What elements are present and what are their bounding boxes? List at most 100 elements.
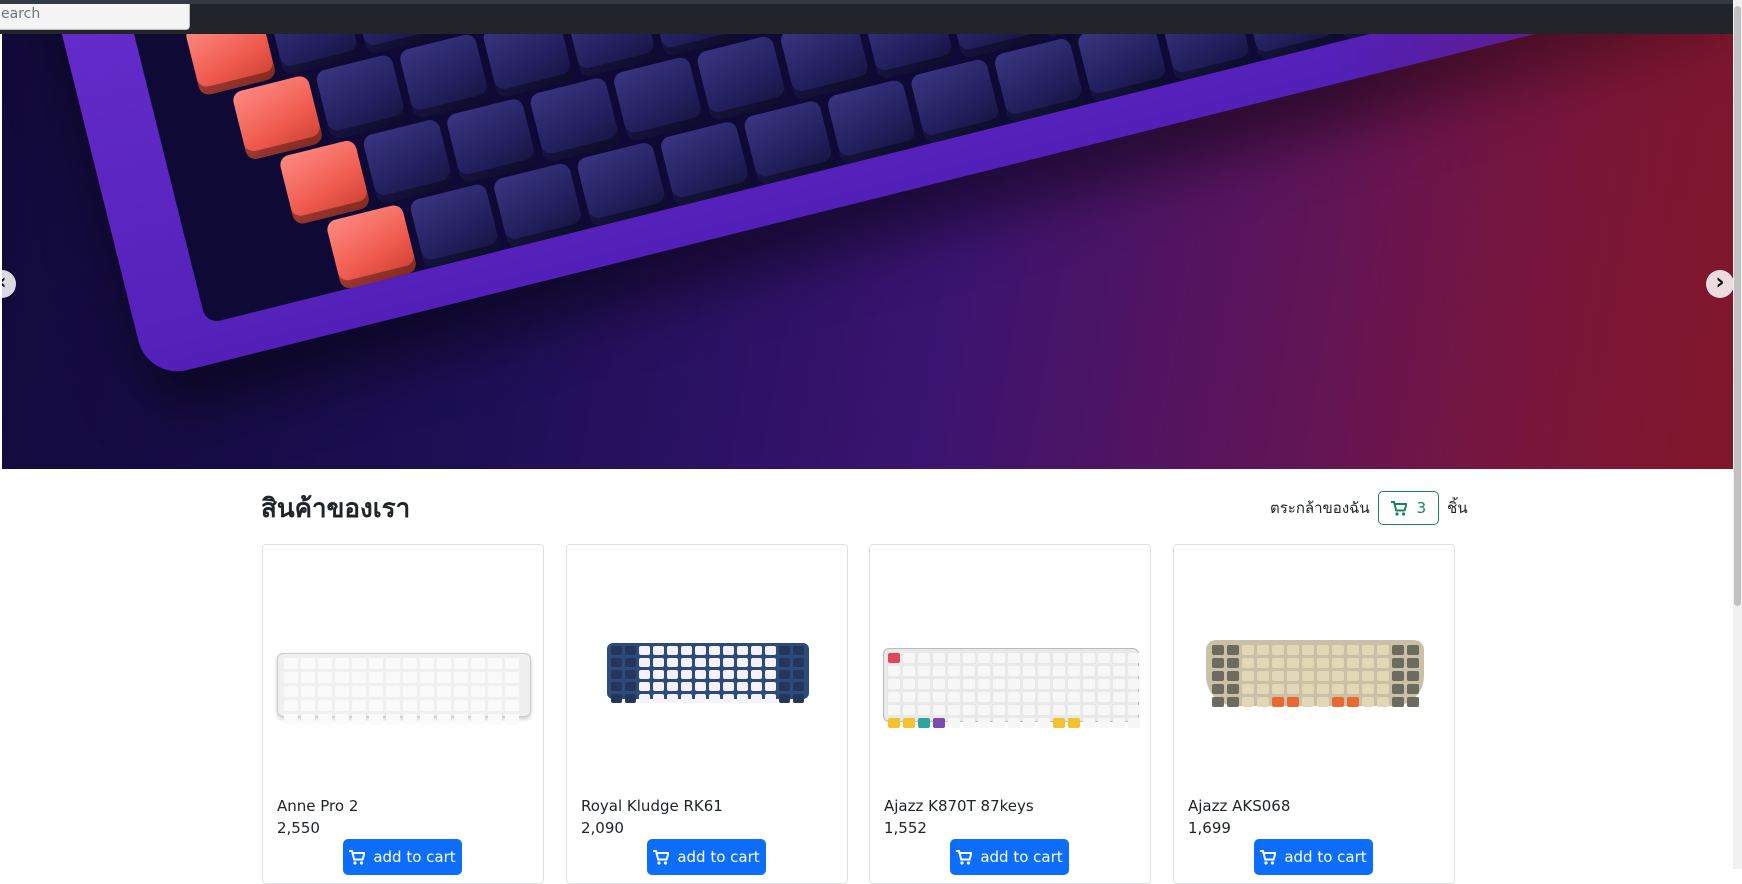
thumbnail-keycap [437, 672, 451, 683]
thumbnail-keycap [1212, 684, 1224, 694]
thumbnail-keycap [681, 682, 692, 691]
thumbnail-keycap [695, 670, 706, 679]
add-to-cart-button[interactable]: add to cart [647, 839, 766, 875]
thumbnail-keycap [1053, 666, 1065, 676]
thumbnail-keycap [611, 658, 622, 667]
thumbnail-keycap [284, 672, 298, 683]
thumbnail-keycap [888, 718, 900, 728]
carousel-next-button[interactable]: › [1706, 270, 1733, 298]
top-navbar: earch [0, 0, 1742, 34]
thumbnail-keycap [284, 686, 298, 697]
thumbnail-keycap [793, 670, 804, 679]
thumbnail-keycap [723, 694, 734, 703]
thumbnail-keycap [1008, 666, 1020, 676]
thumbnail-keycap [403, 672, 417, 683]
thumbnail-keycap [471, 672, 485, 683]
thumbnail-keycap [1377, 684, 1389, 694]
thumbnail-keycap [1128, 705, 1140, 715]
thumbnail-keycap [695, 646, 706, 655]
thumbnail-keycap [1227, 645, 1239, 655]
thumbnail-keycap [918, 692, 930, 702]
thumbnail-keycap [1038, 679, 1050, 689]
product-image [880, 585, 1142, 785]
thumbnail-keycap [948, 679, 960, 689]
thumbnail-keycap [318, 714, 332, 725]
thumbnail-keycap [993, 705, 1005, 715]
hero-keycap [909, 58, 1002, 145]
thumbnail-keycap [751, 682, 762, 691]
thumbnail-keycap [888, 705, 900, 715]
hero-keycap [612, 56, 705, 143]
thumbnail-keycap [1113, 718, 1125, 728]
thumbnail-keycap [625, 670, 636, 679]
thumbnail-keycap [1332, 658, 1344, 668]
thumbnail-keycap [437, 714, 451, 725]
thumbnail-keycap [1083, 692, 1095, 702]
thumbnail-keycap [488, 700, 502, 711]
thumbnail-keycap [653, 682, 664, 691]
add-to-cart-button[interactable]: add to cart [343, 839, 462, 875]
thumbnail-keycap [335, 658, 349, 669]
thumbnail-keycap [978, 653, 990, 663]
thumbnail-keycap [667, 670, 678, 679]
thumbnail-keycap [948, 718, 960, 728]
thumbnail-keycap [335, 686, 349, 697]
thumbnail-keycap [978, 692, 990, 702]
thumbnail-keycap [888, 666, 900, 676]
thumbnail-keycap [352, 672, 366, 683]
thumbnail-keycap [437, 700, 451, 711]
thumbnail-keycap [1407, 658, 1419, 668]
thumbnail-keycap [1377, 658, 1389, 668]
thumbnail-keycap [1068, 718, 1080, 728]
thumbnail-keycap [488, 658, 502, 669]
thumbnail-keycap [1407, 684, 1419, 694]
add-to-cart-button[interactable]: add to cart [950, 839, 1069, 875]
hero-keycap [1243, 34, 1336, 61]
thumbnail-keycap [1227, 697, 1239, 707]
thumbnail-keycap [318, 672, 332, 683]
thumbnail-keycap [978, 679, 990, 689]
thumbnail-keycap [505, 672, 519, 683]
thumbnail-keycap [488, 672, 502, 683]
thumbnail-keycap [737, 658, 748, 667]
cart-button[interactable]: 3 [1378, 491, 1440, 525]
thumbnail-keycap [765, 682, 776, 691]
page-scrollbar[interactable] [1733, 0, 1742, 869]
thumbnail-keycap [918, 705, 930, 715]
thumbnail-keycap [352, 686, 366, 697]
thumbnail-keycap [1098, 679, 1110, 689]
thumbnail-keycap [1302, 658, 1314, 668]
hero-keycap [695, 35, 788, 122]
thumbnail-keycap [765, 646, 776, 655]
thumbnail-keycap [1362, 658, 1374, 668]
scrollbar-thumb[interactable] [1734, 6, 1741, 606]
thumbnail-keycap [723, 658, 734, 667]
thumbnail-keycap [1227, 671, 1239, 681]
add-to-cart-button[interactable]: add to cart [1254, 839, 1373, 875]
thumbnail-keycap [933, 692, 945, 702]
thumbnail-keycap [723, 682, 734, 691]
thumbnail-keycap [1128, 653, 1140, 663]
thumbnail-keycap [369, 700, 383, 711]
thumbnail-keycap [639, 646, 650, 655]
thumbnail-keycap [888, 653, 900, 663]
thumbnail-keycap [1128, 692, 1140, 702]
thumbnail-keycap [1128, 718, 1140, 728]
thumbnail-keycap [1113, 692, 1125, 702]
thumbnail-keycap [301, 714, 315, 725]
thumbnail-keycap [1407, 645, 1419, 655]
add-to-cart-label: add to cart [980, 848, 1062, 866]
thumbnail-keycap [352, 700, 366, 711]
thumbnail-keycap [1257, 658, 1269, 668]
search-input[interactable]: earch [0, 4, 190, 30]
thumbnail-keycap [1392, 697, 1404, 707]
thumbnail-keycap [1083, 718, 1095, 728]
cart-icon [653, 850, 669, 865]
thumbnail-keycap [1113, 666, 1125, 676]
thumbnail-keycap [779, 682, 790, 691]
thumbnail-keycap [1083, 705, 1095, 715]
carousel-prev-button[interactable]: ‹ [2, 270, 16, 298]
thumbnail-keycap [993, 718, 1005, 728]
thumbnail-keycap [1287, 645, 1299, 655]
thumbnail-keycap [737, 682, 748, 691]
